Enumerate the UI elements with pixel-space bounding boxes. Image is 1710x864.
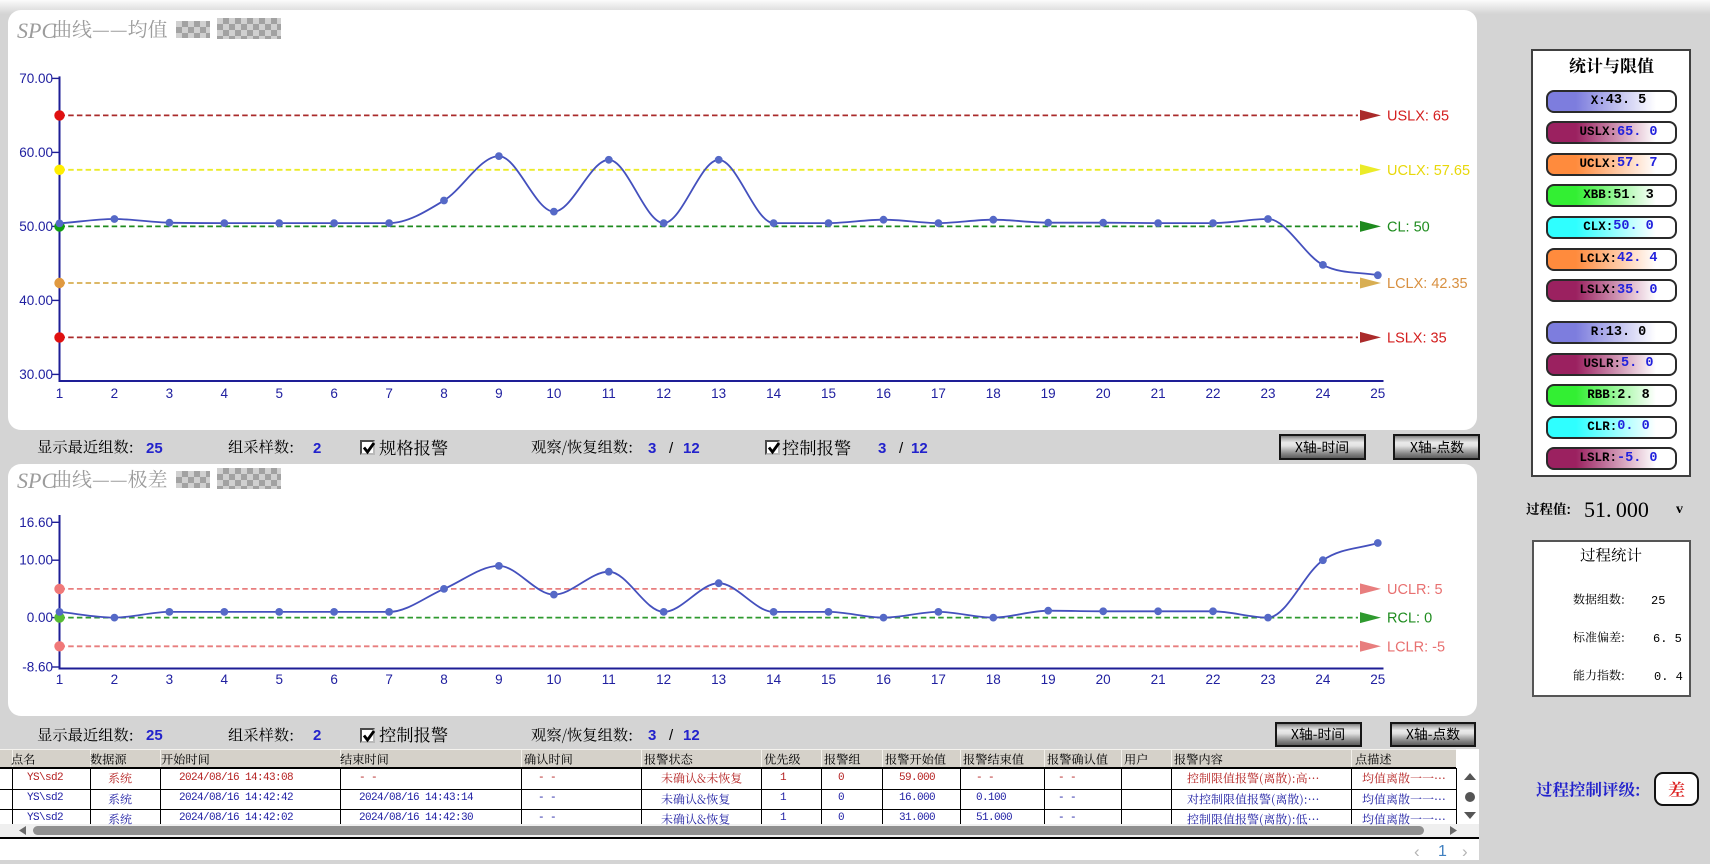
svg-text:7: 7 [385, 672, 393, 687]
svg-text:25: 25 [1370, 672, 1385, 687]
svg-text:4: 4 [221, 386, 229, 401]
svg-text:10.00: 10.00 [19, 553, 53, 568]
svg-text:30.00: 30.00 [19, 367, 53, 382]
svg-text:10: 10 [546, 672, 561, 687]
svg-text:RCL: 0: RCL: 0 [1387, 611, 1432, 627]
svg-text:LCLX: 42.35: LCLX: 42.35 [1387, 276, 1468, 292]
svg-text:UCLR: 5: UCLR: 5 [1387, 582, 1443, 598]
svg-text:23: 23 [1260, 386, 1275, 401]
svg-text:LCLR: -5: LCLR: -5 [1387, 639, 1445, 655]
svg-text:6: 6 [330, 672, 338, 687]
svg-text:20: 20 [1096, 672, 1111, 687]
svg-text:24: 24 [1315, 386, 1331, 401]
svg-text:16: 16 [876, 386, 891, 401]
svg-text:2: 2 [111, 386, 119, 401]
svg-text:16: 16 [876, 672, 891, 687]
svg-text:8: 8 [440, 386, 448, 401]
svg-text:9: 9 [495, 386, 503, 401]
svg-text:7: 7 [385, 386, 393, 401]
svg-text:9: 9 [495, 672, 503, 687]
svg-text:21: 21 [1151, 672, 1166, 687]
svg-text:3: 3 [166, 386, 174, 401]
svg-text:15: 15 [821, 672, 836, 687]
svg-text:40.00: 40.00 [19, 293, 53, 308]
svg-text:50.00: 50.00 [19, 219, 53, 234]
svg-text:1: 1 [56, 386, 64, 401]
svg-text:25: 25 [1370, 386, 1385, 401]
svg-text:18: 18 [986, 386, 1001, 401]
svg-text:11: 11 [602, 386, 616, 401]
svg-text:2: 2 [111, 672, 119, 687]
svg-text:12: 12 [656, 386, 671, 401]
svg-text:5: 5 [275, 386, 283, 401]
svg-text:CL: 50: CL: 50 [1387, 219, 1430, 235]
svg-text:0.00: 0.00 [27, 610, 53, 625]
svg-text:13: 13 [711, 672, 726, 687]
svg-text:24: 24 [1315, 672, 1331, 687]
svg-text:4: 4 [221, 672, 229, 687]
svg-text:17: 17 [931, 386, 946, 401]
svg-text:6: 6 [330, 386, 338, 401]
svg-text:23: 23 [1260, 672, 1275, 687]
svg-text:21: 21 [1151, 386, 1166, 401]
svg-text:18: 18 [986, 672, 1001, 687]
svg-text:LSLX: 35: LSLX: 35 [1387, 330, 1447, 346]
svg-text:UCLX: 57.65: UCLX: 57.65 [1387, 163, 1470, 179]
svg-text:16.60: 16.60 [19, 515, 53, 530]
svg-text:19: 19 [1041, 386, 1056, 401]
svg-text:14: 14 [766, 672, 782, 687]
svg-text:8: 8 [440, 672, 448, 687]
svg-text:22: 22 [1205, 386, 1220, 401]
svg-text:14: 14 [766, 386, 782, 401]
svg-text:5: 5 [275, 672, 283, 687]
svg-text:3: 3 [166, 672, 174, 687]
svg-text:19: 19 [1041, 672, 1056, 687]
svg-text:20: 20 [1096, 386, 1111, 401]
svg-text:13: 13 [711, 386, 726, 401]
svg-text:USLX: 65: USLX: 65 [1387, 108, 1449, 124]
svg-text:12: 12 [656, 672, 671, 687]
svg-text:70.00: 70.00 [19, 71, 53, 86]
svg-text:22: 22 [1205, 672, 1220, 687]
svg-text:15: 15 [821, 386, 836, 401]
svg-text:11: 11 [602, 672, 616, 687]
svg-text:60.00: 60.00 [19, 145, 53, 160]
svg-text:-8.60: -8.60 [22, 660, 53, 675]
svg-text:17: 17 [931, 672, 946, 687]
svg-text:10: 10 [546, 386, 561, 401]
svg-text:1: 1 [56, 672, 64, 687]
